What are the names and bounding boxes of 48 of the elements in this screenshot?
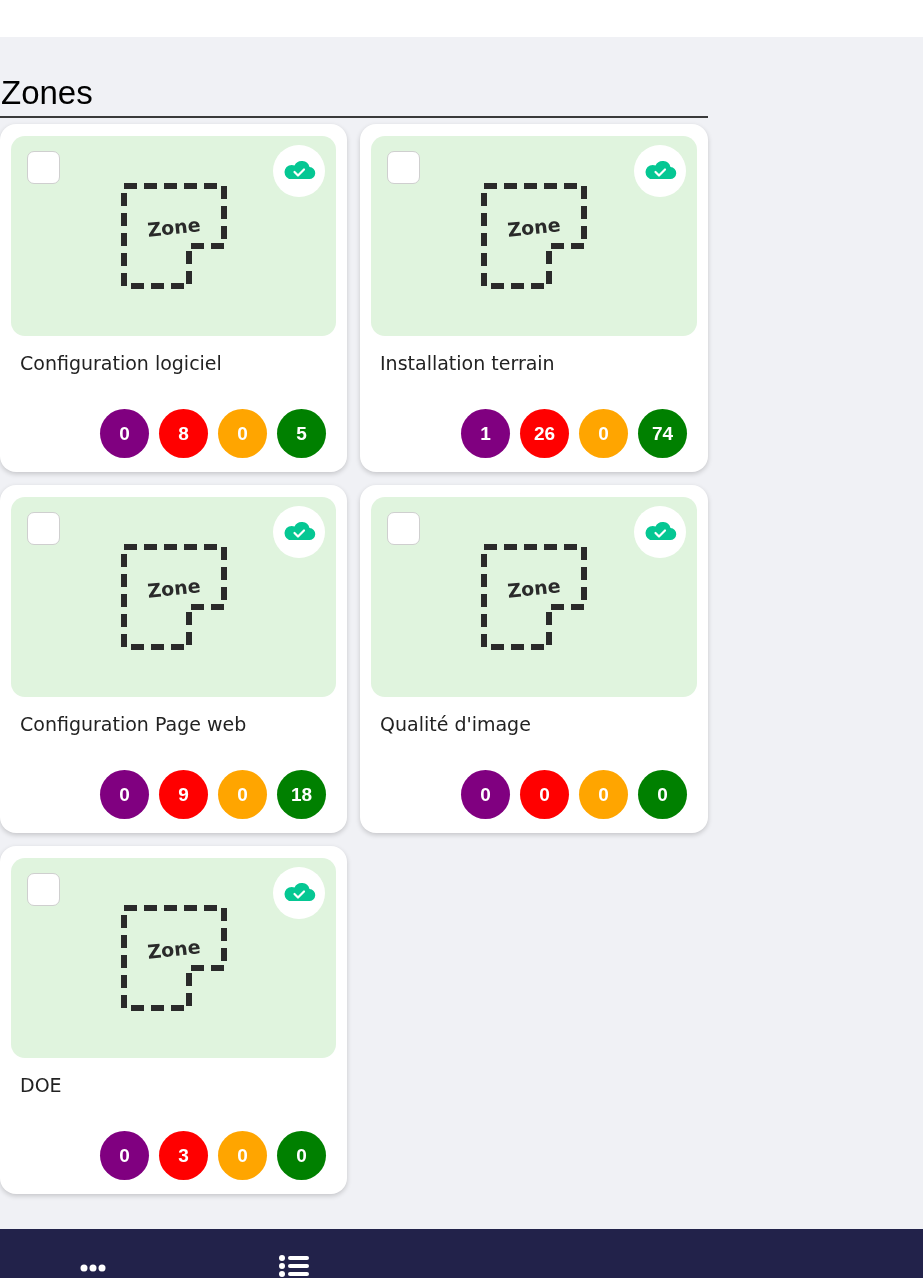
cloud-check-icon [634,506,686,558]
count-badge: 0 [579,770,628,819]
count-badge: 9 [159,770,208,819]
zone-name: Configuration logiciel [20,351,223,375]
count-badge: 0 [520,770,569,819]
count-badge: 0 [100,770,149,819]
zone-card[interactable]: Zone Configuration logiciel 0 8 0 5 [0,124,347,472]
zone-card[interactable]: Zone Installation terrain 1 26 0 74 [360,124,708,472]
select-checkbox[interactable] [27,512,60,545]
count-badge: 0 [638,770,687,819]
list-icon[interactable] [279,1255,309,1277]
cloud-check-icon [273,145,325,197]
count-badge: 26 [520,409,569,458]
select-checkbox[interactable] [387,151,420,184]
count-badge: 74 [638,409,687,458]
count-badge: 0 [218,770,267,819]
zone-name: Qualité d'image [380,712,532,736]
count-badge: 3 [159,1131,208,1180]
zone-name: DOE [20,1073,63,1097]
count-badge: 0 [100,1131,149,1180]
count-badge: 0 [218,409,267,458]
select-checkbox[interactable] [27,151,60,184]
select-checkbox[interactable] [27,873,60,906]
section-title: Zones [0,73,708,118]
count-badge: 0 [461,770,510,819]
zone-name: Installation terrain [380,351,556,375]
count-badge: 0 [579,409,628,458]
cloud-check-icon [273,867,325,919]
count-badge: 5 [277,409,326,458]
zone-card[interactable]: Zone DOE 0 3 0 0 [0,846,347,1194]
cloud-check-icon [634,145,686,197]
cloud-check-icon [273,506,325,558]
select-checkbox[interactable] [387,512,420,545]
zone-name: Configuration Page web [20,712,248,736]
count-badge: 1 [461,409,510,458]
zone-label: Zone [506,574,562,602]
zone-label: Zone [506,213,562,241]
zone-card[interactable]: Zone Qualité d'image 0 0 0 0 [360,485,708,833]
count-badge: 8 [159,409,208,458]
count-badge: 0 [277,1131,326,1180]
count-badge: 0 [100,409,149,458]
zone-label: Zone [145,574,201,602]
zone-label: Zone [145,935,201,963]
zone-card[interactable]: Zone Configuration Page web 0 9 0 18 [0,485,347,833]
count-badge: 0 [218,1131,267,1180]
count-badge: 18 [277,770,326,819]
zone-label: Zone [145,213,201,241]
more-dots-icon[interactable] [80,1264,106,1272]
